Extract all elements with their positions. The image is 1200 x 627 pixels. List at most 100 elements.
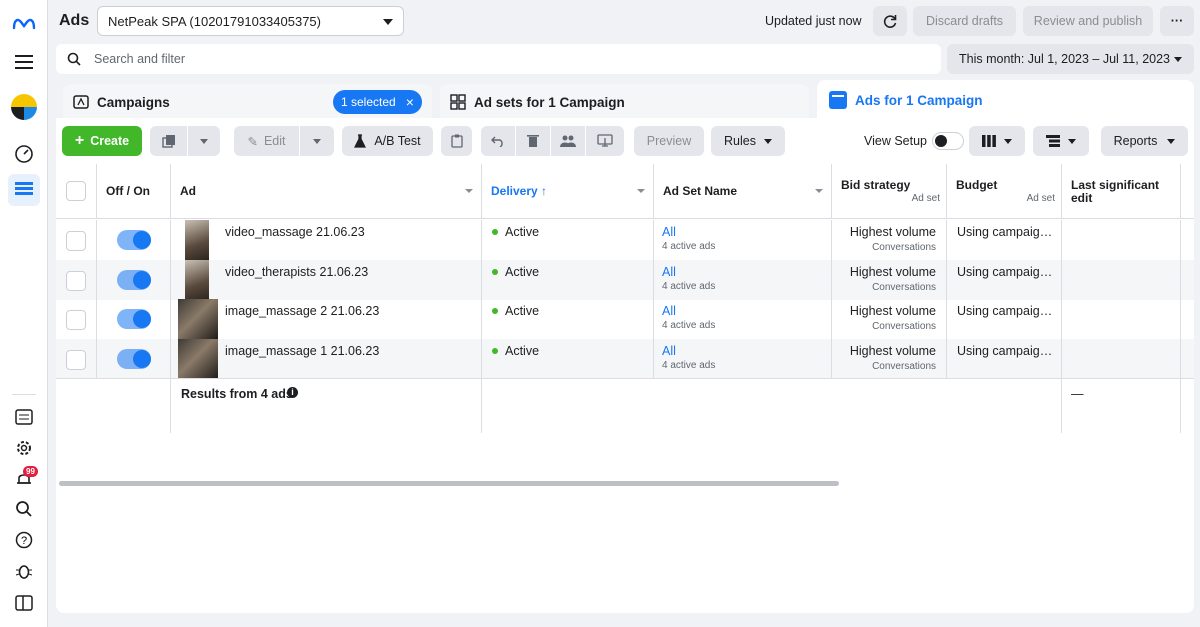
discard-drafts-button[interactable]: Discard drafts xyxy=(913,6,1016,36)
rules-button[interactable]: Rules xyxy=(711,126,785,156)
sidebar-toggle-icon[interactable] xyxy=(8,587,40,619)
select-all-checkbox[interactable] xyxy=(66,181,86,201)
info-icon[interactable]: i xyxy=(287,387,298,398)
undo-button[interactable] xyxy=(481,126,515,156)
ad-name[interactable]: video_massage 21.06.23 xyxy=(225,225,365,239)
horizontal-scrollbar[interactable] xyxy=(59,481,839,486)
ad-name[interactable]: image_massage 1 21.06.23 xyxy=(225,344,379,358)
breakdown-button[interactable] xyxy=(1033,126,1089,156)
ads-manager-table-icon[interactable] xyxy=(8,174,40,206)
chevron-down-icon xyxy=(1068,138,1076,144)
delivery-status: Active xyxy=(505,264,540,279)
ad-name[interactable]: video_therapists 21.06.23 xyxy=(225,265,368,279)
account-selector[interactable]: NetPeak SPA (10201791033405375) xyxy=(97,6,404,36)
header-delivery[interactable]: Delivery ↑ xyxy=(482,164,654,219)
help-icon[interactable]: ? xyxy=(8,524,40,556)
bid-strategy-sub: Conversations xyxy=(872,242,936,253)
ad-set-link[interactable]: All xyxy=(662,265,676,279)
ad-set-link[interactable]: All xyxy=(662,225,676,239)
people-icon xyxy=(560,135,576,147)
duplicate-dropdown[interactable] xyxy=(188,126,220,156)
header-overflow xyxy=(1181,164,1194,219)
create-label: Create xyxy=(90,134,130,148)
bug-report-icon[interactable] xyxy=(8,555,40,587)
tab-ads[interactable]: Ads for 1 Campaign xyxy=(817,80,1194,120)
menu-icon[interactable] xyxy=(8,46,40,78)
dashboard-icon[interactable] xyxy=(8,138,40,170)
news-icon[interactable] xyxy=(8,401,40,433)
account-name: NetPeak SPA (10201791033405375) xyxy=(108,13,321,29)
search-icon[interactable] xyxy=(8,493,40,525)
search-input[interactable]: Search and filter xyxy=(56,44,941,74)
close-icon[interactable]: × xyxy=(406,94,414,110)
ab-test-button[interactable]: A/B Test xyxy=(342,126,433,156)
ad-set-link[interactable]: All xyxy=(662,344,676,358)
active-status-dot xyxy=(492,308,498,314)
delivery-status: Active xyxy=(505,225,540,239)
header-ad-set-name[interactable]: Ad Set Name xyxy=(654,164,832,219)
row-ad-cell: video_massage 21.06.23 xyxy=(171,220,482,260)
notifications-bell-icon[interactable]: 99 xyxy=(8,463,40,495)
results-label: Results from 4 ads xyxy=(181,387,293,401)
reports-button[interactable]: Reports xyxy=(1101,126,1188,156)
rail-divider xyxy=(12,394,36,395)
chevron-down-icon xyxy=(313,138,321,144)
ad-name[interactable]: image_massage 2 21.06.23 xyxy=(225,304,379,318)
row-budget-cell: Using campaign budget xyxy=(947,259,1062,300)
clipboard-icon xyxy=(450,134,463,148)
edit-dropdown[interactable] xyxy=(300,126,334,156)
row-checkbox[interactable] xyxy=(66,231,86,251)
account-avatar[interactable] xyxy=(8,91,40,123)
row-checkbox[interactable] xyxy=(66,270,86,291)
preview-button[interactable]: Preview xyxy=(634,126,704,156)
budget-value: Using campaign budget xyxy=(957,264,1057,279)
table-row[interactable]: video_therapists 21.06.23 Active All 4 a… xyxy=(56,259,1194,300)
selected-count-label: 1 selected xyxy=(341,95,396,109)
audience-button[interactable] xyxy=(551,126,585,156)
row-budget-cell: Using campaign budget xyxy=(947,338,1062,379)
columns-button[interactable] xyxy=(969,126,1025,156)
budget-value: Using campaign budget xyxy=(957,225,1057,239)
row-checkbox[interactable] xyxy=(66,349,86,370)
header-ad-set-label: Ad Set Name xyxy=(663,184,738,198)
chevron-down-icon xyxy=(763,138,772,144)
edit-button[interactable]: ✎ Edit xyxy=(234,126,299,156)
view-setup-toggle[interactable] xyxy=(932,132,964,150)
header-last-edit[interactable]: Last significant edit xyxy=(1062,164,1181,219)
selected-count-pill[interactable]: 1 selected × xyxy=(333,90,422,114)
results-last-edit: — xyxy=(1062,379,1181,433)
delete-button[interactable] xyxy=(516,126,550,156)
active-status-dot xyxy=(492,268,498,275)
meta-logo-icon[interactable] xyxy=(8,8,40,40)
bid-strategy-sub: Conversations xyxy=(872,281,936,293)
table-row[interactable]: video_massage 21.06.23 Active All 4 acti… xyxy=(56,220,1194,260)
clipboard-button[interactable] xyxy=(441,126,472,156)
ad-set-link[interactable]: All xyxy=(662,304,676,318)
export-button[interactable] xyxy=(586,126,624,156)
table-row[interactable]: image_massage 1 21.06.23 Active All 4 ac… xyxy=(56,338,1194,379)
undo-icon xyxy=(491,136,503,147)
header-bid-strategy[interactable]: Bid strategy Ad set xyxy=(832,164,947,219)
row-checkbox[interactable] xyxy=(66,310,86,330)
reports-label: Reports xyxy=(1113,134,1158,148)
date-range-picker[interactable]: This month: Jul 1, 2023 – Jul 11, 2023 xyxy=(947,44,1194,74)
export-icon xyxy=(597,134,613,147)
more-options-button[interactable]: ··· xyxy=(1160,6,1194,36)
breakdown-icon xyxy=(1046,135,1060,147)
header-budget[interactable]: Budget Ad set xyxy=(947,164,1062,219)
refresh-button[interactable] xyxy=(873,6,907,36)
tab-ad-sets[interactable]: Ad sets for 1 Campaign xyxy=(440,84,809,120)
results-empty xyxy=(482,379,1062,433)
ad-thumbnail[interactable] xyxy=(185,220,209,260)
header-ad[interactable]: Ad xyxy=(171,164,482,219)
create-button[interactable]: + Create xyxy=(62,126,142,156)
ad-thumbnail[interactable] xyxy=(178,338,218,379)
duplicate-icon xyxy=(161,135,175,148)
review-publish-button[interactable]: Review and publish xyxy=(1023,6,1153,36)
ad-thumbnail[interactable] xyxy=(178,299,218,339)
duplicate-button[interactable] xyxy=(150,126,187,156)
tab-campaigns[interactable]: Campaigns 1 selected × xyxy=(63,84,432,120)
gear-icon[interactable] xyxy=(8,432,40,464)
table-row[interactable]: image_massage 2 21.06.23 Active All 4 ac… xyxy=(56,299,1194,339)
ad-thumbnail[interactable] xyxy=(185,259,209,300)
